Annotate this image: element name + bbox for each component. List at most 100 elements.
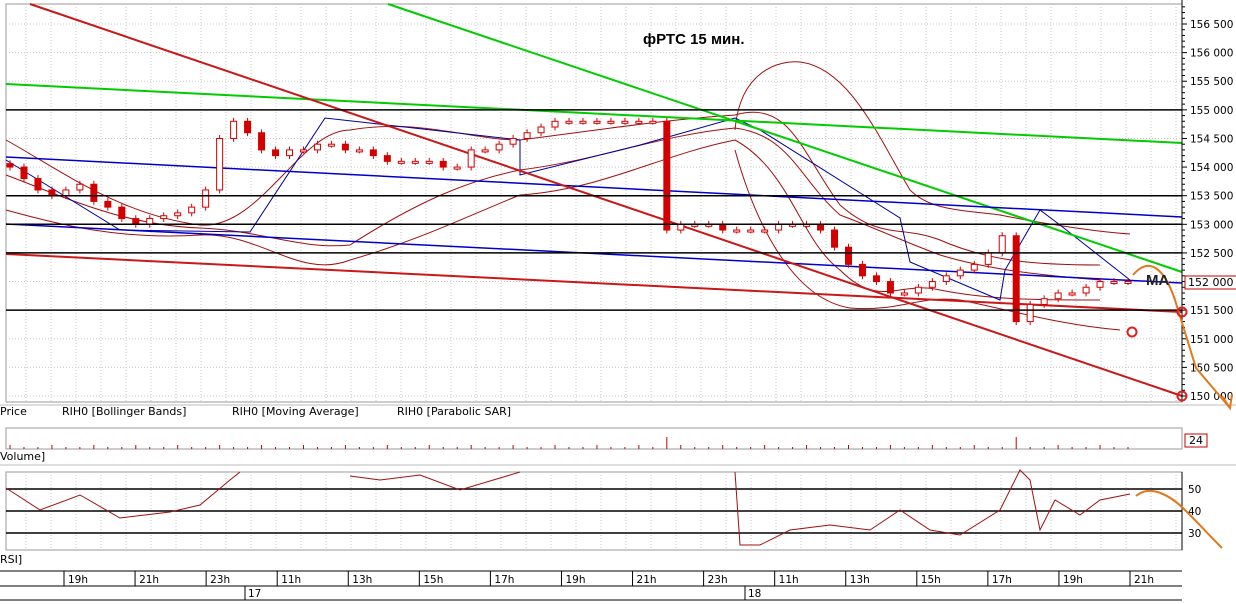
price-tick-label: 153 500 <box>1190 191 1233 203</box>
time-tick-label: 11h <box>281 574 301 586</box>
rsi-tick-label: 30 <box>1188 528 1201 540</box>
candle-body <box>411 160 419 164</box>
candle-body <box>1054 292 1062 300</box>
price-panel-frame <box>5 3 1183 403</box>
time-tick-label: 15h <box>921 574 941 586</box>
chart-stage: 156 500 156 000 155 500 155 000 154 500 154 0… <box>0 0 1236 604</box>
price-tick-label: 151 000 <box>1190 334 1233 346</box>
time-tick-label: 11h <box>779 574 799 586</box>
price-tick-label: 153 000 <box>1190 219 1233 231</box>
candle-body <box>649 120 657 124</box>
time-tick-label: 21h <box>139 574 159 586</box>
candle-body <box>327 143 335 147</box>
price-tick-label: 152 500 <box>1190 248 1233 260</box>
time-tick-label: 21h <box>637 574 657 586</box>
candle-body <box>299 149 307 153</box>
candle-body <box>481 149 489 153</box>
candle-body <box>551 120 559 128</box>
candle-body <box>1096 281 1104 288</box>
candle-body <box>928 281 936 288</box>
candle-body <box>230 120 238 139</box>
blue-trend-line <box>5 156 1183 218</box>
price-tick-label: 150 000 <box>1190 391 1233 403</box>
candle-body <box>831 229 839 248</box>
candle-body <box>1012 235 1020 323</box>
candle-body <box>900 292 908 296</box>
bollinger-band-line <box>734 61 1131 235</box>
candle-body <box>663 120 671 231</box>
candle-body <box>188 206 196 214</box>
legend-parabolic-sar: RIH0 [Parabolic SAR] <box>397 405 511 418</box>
price-tick-label: 155 000 <box>1190 105 1233 117</box>
candle-body <box>62 189 70 197</box>
candle-body <box>984 252 992 265</box>
candle-body <box>467 149 475 168</box>
candle-body <box>970 263 978 271</box>
candle-body <box>845 246 852 265</box>
candle-body <box>76 183 84 191</box>
candle-body <box>34 178 42 191</box>
candle-body <box>425 160 433 164</box>
candle-body <box>761 229 769 233</box>
volume-value-tag: 24 <box>1189 434 1203 447</box>
price-tick-label: 154 000 <box>1190 162 1233 174</box>
legend-bollinger: RIH0 [Bollinger Bands] <box>62 405 186 418</box>
time-tick-label: 19h <box>565 574 585 586</box>
candle-body <box>593 120 601 124</box>
bollinger-band-line <box>734 149 1121 331</box>
legend-price: Price <box>0 405 27 418</box>
candle-body <box>565 120 573 124</box>
date-tick-label: 18 <box>748 588 761 600</box>
candle-body <box>523 132 531 139</box>
candle-body <box>160 215 168 220</box>
candle-body <box>607 120 615 124</box>
candle-body <box>677 223 685 231</box>
rsi-panel-label: RSI] <box>0 553 22 566</box>
candle-body <box>118 206 126 220</box>
candle-body <box>621 120 629 124</box>
time-tick-label: 19h <box>1063 574 1083 586</box>
green-trend-line <box>5 83 1183 144</box>
candle-body <box>579 120 587 124</box>
rsi-panel: 504030 <box>5 469 1201 550</box>
time-tick-label: 17h <box>992 574 1012 586</box>
candle-body <box>286 149 293 157</box>
chart-title: фРТС 15 мин. <box>643 31 745 48</box>
price-axis: 156 500 156 000 155 500 155 000 154 500 154 0… <box>1181 0 1236 403</box>
chart-svg: 156 500 156 000 155 500 155 000 154 500 154 0… <box>0 0 1236 601</box>
candle-body <box>914 286 922 294</box>
candle-body <box>1040 298 1048 305</box>
candle-body <box>383 155 391 162</box>
time-axis: 19h 21h 23h 11h 13h 15h 17h 19h 21h 23h 11h 13h 15h 1… <box>0 570 1182 601</box>
candle-body <box>355 149 363 153</box>
price-tick-label: 154 500 <box>1190 133 1233 145</box>
candle-body <box>272 149 280 157</box>
target-circle <box>1126 326 1138 338</box>
price-tick-label: 151 500 <box>1190 305 1233 317</box>
candle-body <box>1124 281 1132 285</box>
candle-body <box>369 149 377 157</box>
current-price-tag: 152 000 <box>1188 276 1234 289</box>
rsi-forecast-arrow <box>1135 490 1223 549</box>
candle-body <box>313 143 321 151</box>
candle-body <box>1082 286 1090 294</box>
candle-body <box>90 183 98 202</box>
legend-moving-average: RIH0 [Moving Average] <box>232 405 359 418</box>
candle-body <box>942 275 950 283</box>
ma-annotation: MA <box>1146 272 1169 289</box>
time-tick-label: 23h <box>708 574 728 586</box>
time-tick-label: 19h <box>68 574 88 586</box>
price-tick-label: 156 500 <box>1190 19 1233 31</box>
candle-body <box>858 263 866 277</box>
volume-panel-label: Volume] <box>0 450 45 463</box>
candle-body <box>537 126 545 134</box>
candle-body <box>397 160 405 164</box>
volume-panel-frame <box>5 427 1183 450</box>
candle-body <box>244 120 252 134</box>
red-trend-line <box>5 253 1183 313</box>
candle-body <box>495 143 503 151</box>
candle-body <box>216 137 224 191</box>
candle-body <box>719 223 727 231</box>
time-tick-label: 21h <box>1134 574 1154 586</box>
candle-body <box>1110 281 1118 285</box>
